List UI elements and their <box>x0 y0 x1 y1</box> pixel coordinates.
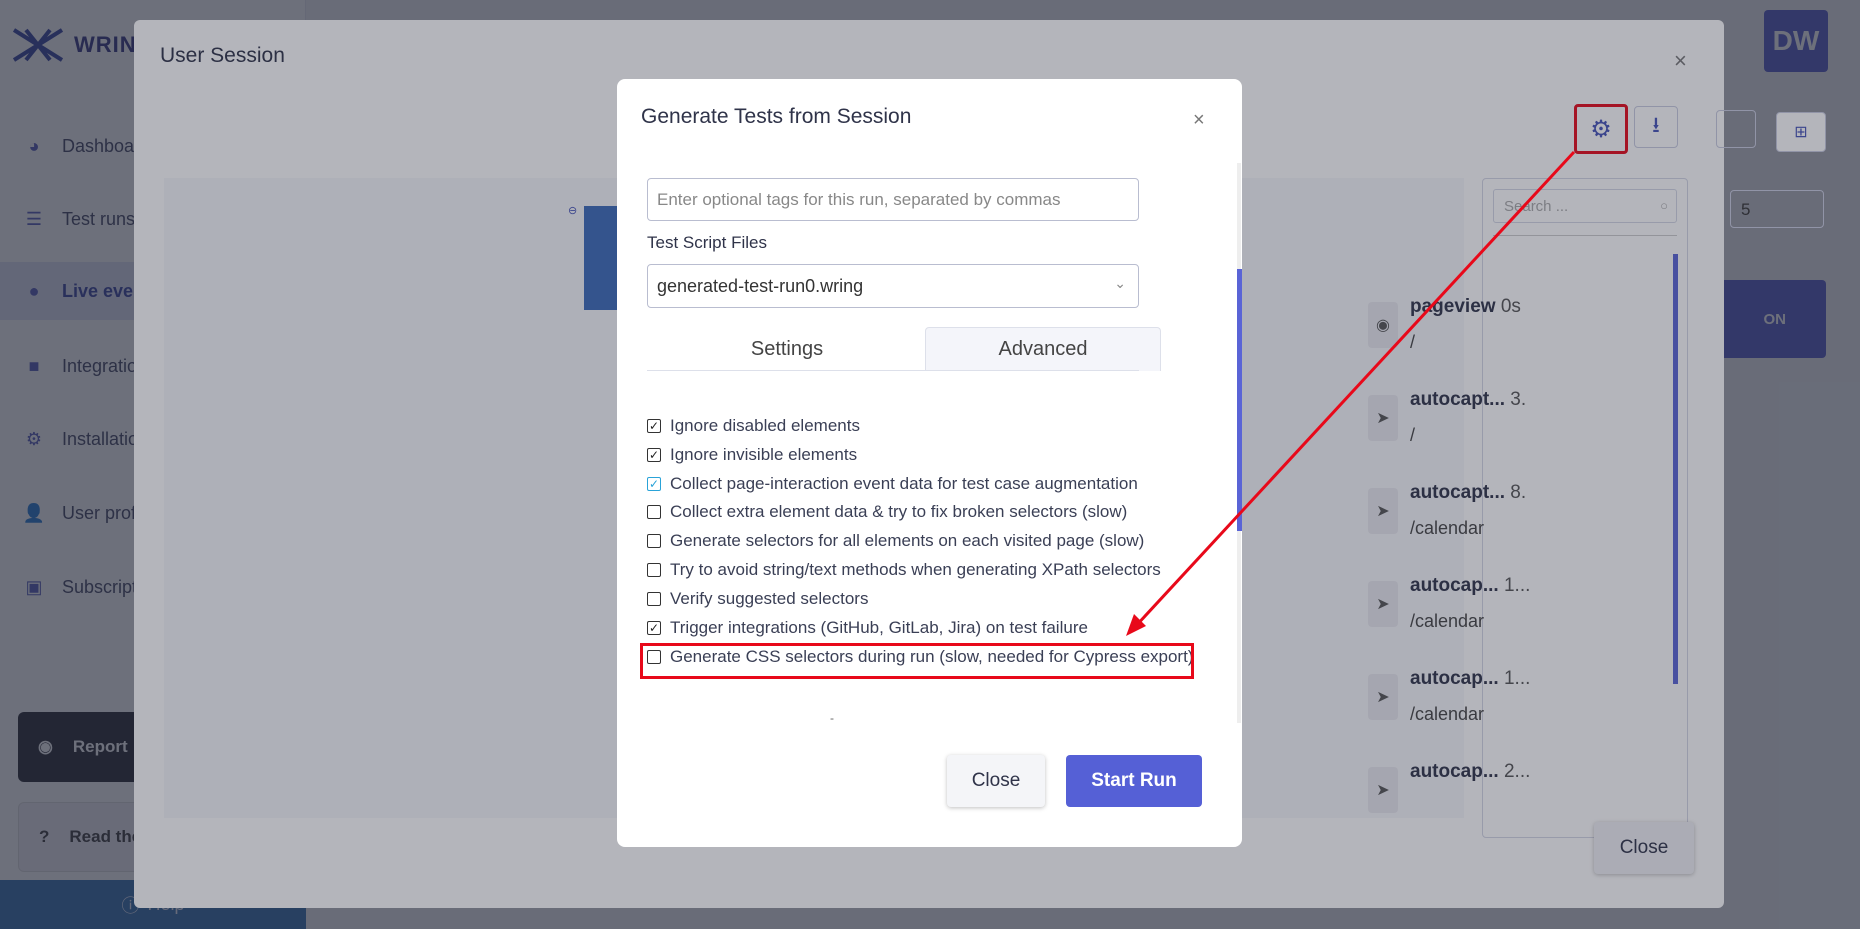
annotation-arrow <box>1126 150 1576 636</box>
